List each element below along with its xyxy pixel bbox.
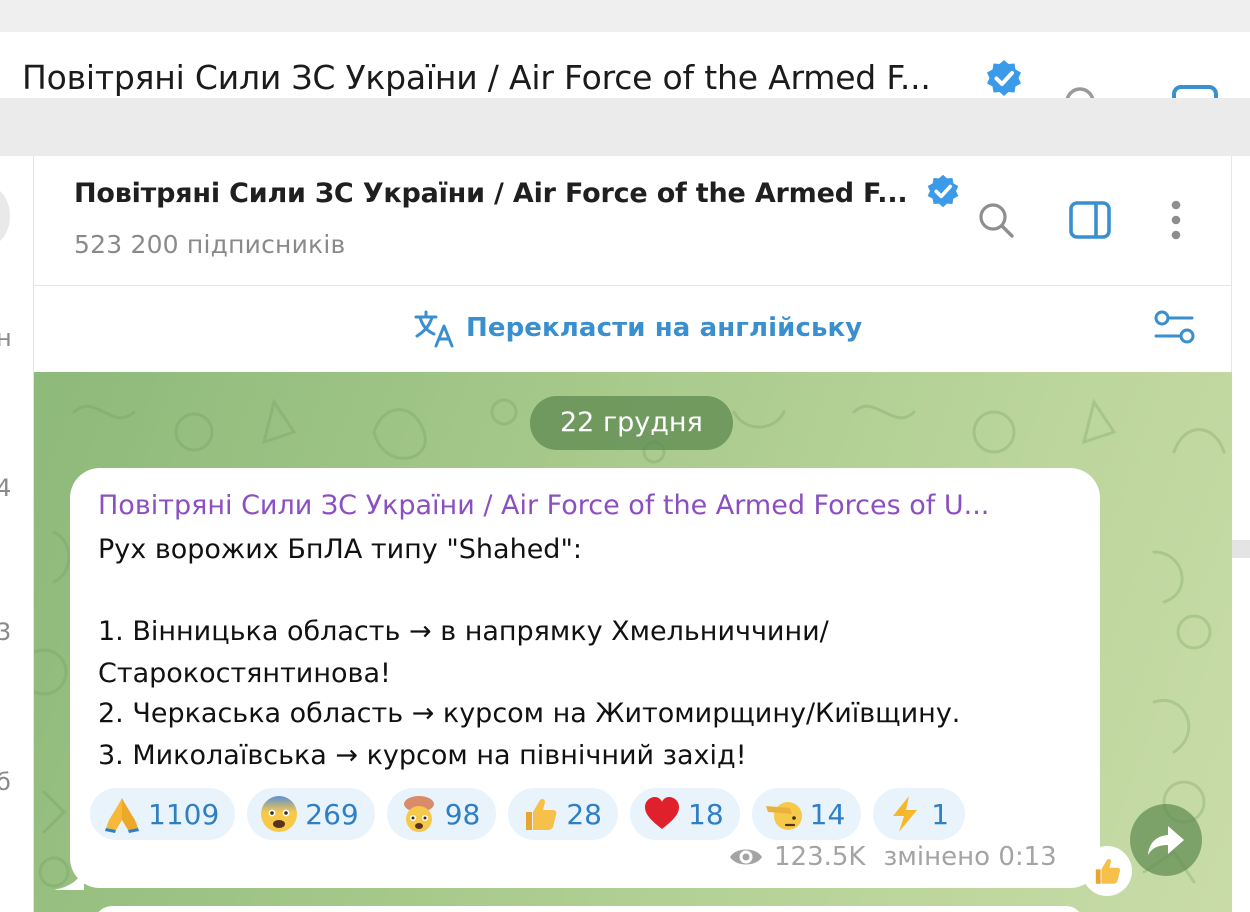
chat-title-row: Повітряні Сили ЗС України / Air Force of… <box>74 174 961 209</box>
red-heart-icon <box>645 797 679 829</box>
verified-icon <box>928 174 959 207</box>
saluting-face-icon <box>765 802 802 830</box>
sliver-text: 4 <box>0 474 11 502</box>
sliver-text: 3 <box>0 618 11 646</box>
reaction-red-heart[interactable]: 18 <box>630 788 740 840</box>
back-header-title: Повітряні Сили ЗС України / Air Force of… <box>22 58 931 97</box>
sliver-text: б <box>0 768 11 796</box>
message-line: 2. Черкаська область → курсом на Житомир… <box>98 698 961 729</box>
message-line: Старокостянтинова! <box>98 658 391 689</box>
gray-band <box>0 98 1250 156</box>
search-button[interactable] <box>974 198 1018 242</box>
message-sender[interactable]: Повітряні Сили ЗС України / Air Force of… <box>98 490 989 521</box>
top-strip <box>0 0 1250 32</box>
reaction-count: 14 <box>809 797 846 831</box>
edited-time: змінено 0:13 <box>883 842 1057 872</box>
date-separator: 22 грудня <box>530 396 733 450</box>
translate-label: Перекласти на англійську <box>466 313 863 343</box>
telegram-window: Повітряні Сили ЗС України / Air Force of… <box>0 0 1250 912</box>
right-edge <box>1232 156 1250 912</box>
lightning-icon <box>893 796 918 832</box>
message-line: 3. Миколаївська → курсом на північний за… <box>98 740 747 771</box>
thumbs-up-icon <box>526 798 557 830</box>
side-panel-button[interactable] <box>1068 198 1112 242</box>
search-icon <box>979 203 1014 238</box>
quick-reaction-button[interactable] <box>1082 846 1132 896</box>
reactions-row: 1109 269 98 28 18 14 1 <box>90 788 966 840</box>
share-arrow-icon <box>1148 826 1184 855</box>
reaction-count: 269 <box>305 797 359 831</box>
back-header: Повітряні Сили ЗС України / Air Force of… <box>0 32 1250 98</box>
next-message-bubble <box>94 906 1084 912</box>
message-meta: 123.5K змінено 0:13 <box>728 842 1057 872</box>
reaction-count: 1109 <box>148 797 220 831</box>
side-panel-icon <box>1069 201 1111 239</box>
share-button[interactable] <box>1130 804 1202 876</box>
message-line: Рух ворожих БпЛА типу "Shahed": <box>98 534 582 565</box>
right-edge-marker <box>1232 540 1250 558</box>
translate-bar: Перекласти на англійську <box>34 286 1232 372</box>
avatar[interactable] <box>0 186 10 246</box>
chat-area[interactable]: 22 грудня Повітряні Сили ЗС України / Ai… <box>34 372 1232 912</box>
reaction-count: 1 <box>931 797 950 831</box>
thumbs-up-icon <box>1095 858 1121 884</box>
reaction-exploding-head[interactable]: 98 <box>386 788 497 840</box>
reaction-count: 18 <box>688 797 724 831</box>
exploding-head-icon <box>403 796 434 832</box>
chat-header[interactable]: Повітряні Сили ЗС України / Air Force of… <box>34 156 1232 286</box>
dialog-list-sliver: н 4 3 б <box>0 156 34 912</box>
verified-icon <box>987 60 1021 96</box>
back-side-panel-icon <box>1172 85 1218 98</box>
reaction-lightning[interactable]: 1 <box>873 788 966 840</box>
fearful-face-icon <box>261 796 298 832</box>
view-count: 123.5K <box>774 842 866 872</box>
reaction-folded-hands[interactable]: 1109 <box>90 788 236 840</box>
reaction-saluting-face[interactable]: 14 <box>751 788 862 840</box>
message-line: 1. Вінницька область → в напрямку Хмельн… <box>98 616 829 647</box>
back-search-icon <box>1065 87 1095 98</box>
views-eye-icon <box>730 849 762 865</box>
settings-sliders-icon[interactable] <box>1152 306 1198 350</box>
more-icon <box>1171 200 1181 240</box>
more-button[interactable] <box>1154 198 1198 242</box>
translate-icon <box>414 310 454 348</box>
message-bubble[interactable]: Повітряні Сили ЗС України / Air Force of… <box>70 468 1100 888</box>
reaction-count: 28 <box>566 797 602 831</box>
folded-hands-icon <box>105 798 139 833</box>
reaction-count: 98 <box>444 797 481 831</box>
chat-title[interactable]: Повітряні Сили ЗС України / Air Force of… <box>74 178 908 209</box>
reaction-fearful-face[interactable]: 269 <box>247 788 375 840</box>
subscriber-count: 523 200 підписників <box>74 230 346 259</box>
translate-button[interactable]: Перекласти на англійську <box>414 308 862 348</box>
reaction-thumbs-up[interactable]: 28 <box>508 788 618 840</box>
sliver-text: н <box>0 324 12 352</box>
